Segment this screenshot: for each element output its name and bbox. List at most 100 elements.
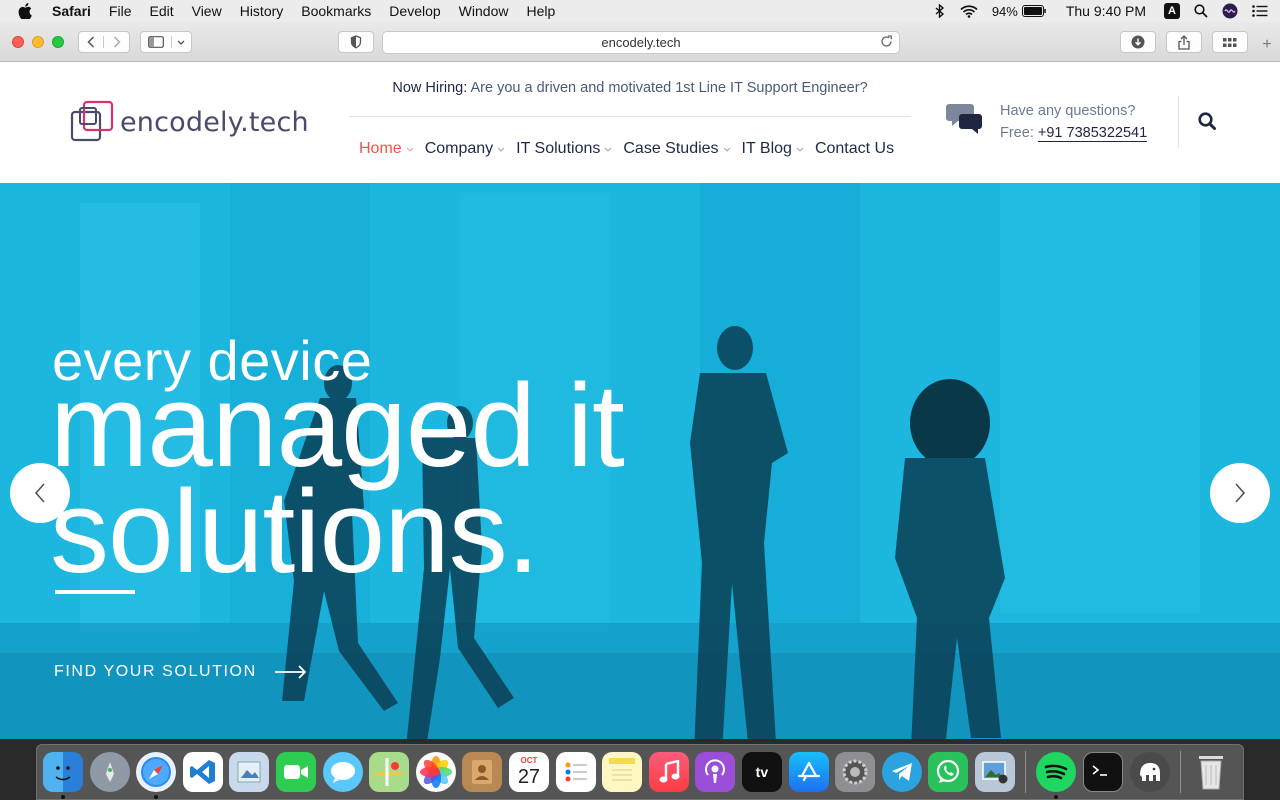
chevron-down-icon [604, 144, 612, 154]
notification-center-icon[interactable] [1252, 5, 1268, 17]
spotlight-search-icon[interactable] [1194, 4, 1208, 18]
tableplus-elephant-icon[interactable] [1129, 752, 1170, 792]
questions-label: Have any questions? [1000, 103, 1136, 119]
menu-history[interactable]: History [240, 3, 284, 19]
menu-file[interactable]: File [109, 3, 132, 19]
site-logo[interactable]: encodely.tech [70, 100, 309, 144]
bluetooth-icon[interactable] [934, 4, 946, 18]
terminal-icon[interactable] [1083, 752, 1124, 792]
chevron-down-icon [406, 144, 414, 154]
menu-develop[interactable]: Develop [389, 3, 440, 19]
calendar-icon[interactable]: OCT 27 [508, 752, 549, 792]
sidebar-group [140, 31, 192, 53]
hiring-banner[interactable]: Now Hiring: Are you a driven and motivat… [349, 80, 911, 96]
chat-bubbles-icon [946, 104, 982, 134]
slider-next-button[interactable] [1210, 463, 1270, 523]
launchpad-icon[interactable] [89, 752, 130, 792]
slider-prev-button[interactable] [10, 463, 70, 523]
reload-icon[interactable] [880, 35, 893, 51]
music-icon[interactable] [648, 752, 689, 792]
phone-link[interactable]: +91 7385322541 [1037, 125, 1148, 142]
siri-icon[interactable] [1222, 3, 1238, 19]
calendar-month: OCT [520, 756, 538, 765]
downloads-button[interactable] [1120, 31, 1156, 53]
site-search-icon[interactable] [1198, 112, 1216, 135]
dock-separator [1025, 751, 1027, 793]
input-source-icon[interactable]: A [1164, 3, 1180, 19]
forward-button[interactable] [104, 36, 129, 48]
finder-icon[interactable] [43, 752, 83, 799]
back-button[interactable] [79, 36, 105, 48]
nav-it-solutions[interactable]: IT Solutions [516, 140, 612, 158]
shield-icon [350, 35, 362, 49]
logo-squares-icon [70, 100, 114, 142]
nav-company[interactable]: Company [425, 140, 505, 158]
wifi-icon[interactable] [960, 4, 978, 18]
clock-text[interactable]: Thu 9:40 PM [1066, 3, 1146, 19]
fullscreen-window-button[interactable] [52, 36, 64, 48]
nav-contact-us[interactable]: Contact Us [815, 140, 894, 158]
header-divider [1178, 96, 1179, 148]
find-solution-button[interactable]: FIND YOUR SOLUTION [54, 663, 307, 681]
close-window-button[interactable] [12, 36, 24, 48]
menu-app-name[interactable]: Safari [52, 3, 91, 19]
menu-bookmarks[interactable]: Bookmarks [301, 3, 371, 19]
menu-window[interactable]: Window [459, 3, 509, 19]
maps-icon[interactable] [369, 752, 410, 792]
system-preferences-icon[interactable] [835, 752, 876, 792]
app-store-icon[interactable] [788, 752, 829, 792]
menu-edit[interactable]: Edit [149, 3, 173, 19]
dock-separator [1180, 751, 1182, 793]
privacy-report-button[interactable] [338, 31, 374, 53]
browser-toolbar: encodely.tech + [0, 22, 1280, 62]
tab-overview-button[interactable] [1212, 31, 1248, 53]
grid-icon [1223, 37, 1237, 47]
menu-bar: Safari File Edit View History Bookmarks … [0, 0, 1280, 22]
nav-it-blog-label: IT Blog [741, 140, 792, 157]
hiring-text[interactable]: Are you a driven and motivated 1st Line … [471, 80, 868, 96]
safari-icon[interactable] [136, 752, 177, 799]
photos-icon[interactable] [415, 752, 456, 792]
nav-case-studies[interactable]: Case Studies [623, 140, 730, 158]
address-bar[interactable]: encodely.tech [382, 31, 900, 54]
nav-it-blog[interactable]: IT Blog [742, 140, 804, 158]
messages-icon[interactable] [322, 752, 363, 792]
image-capture-icon[interactable] [974, 752, 1015, 792]
vscode-icon[interactable] [182, 752, 223, 792]
minimize-window-button[interactable] [32, 36, 44, 48]
whatsapp-icon[interactable] [928, 752, 969, 792]
notes-icon[interactable] [602, 752, 643, 792]
menu-view[interactable]: View [192, 3, 222, 19]
apple-menu-icon[interactable] [18, 3, 36, 19]
apple-tv-icon[interactable]: tv [741, 752, 782, 792]
chevron-right-icon [1235, 483, 1246, 503]
menu-help[interactable]: Help [526, 3, 555, 19]
spotify-icon[interactable] [1036, 752, 1077, 799]
nav-case-studies-label: Case Studies [623, 140, 719, 157]
new-tab-icon[interactable]: + [1254, 36, 1280, 62]
sidebar-toggle-button[interactable] [141, 36, 172, 48]
preview-icon[interactable] [229, 752, 270, 792]
calendar-day: 27 [517, 766, 541, 788]
podcasts-icon[interactable] [695, 752, 736, 792]
chevron-down-icon [723, 144, 731, 154]
back-forward-group [78, 31, 130, 53]
hiring-divider [349, 116, 911, 117]
free-label: Free: [1000, 125, 1034, 141]
hero-title-line-1: managed it [50, 360, 625, 492]
share-button[interactable] [1166, 31, 1202, 53]
facetime-icon[interactable] [275, 752, 316, 792]
reminders-icon[interactable] [555, 752, 596, 792]
arrow-right-icon [274, 665, 307, 679]
battery-percent: 94% [991, 3, 1018, 19]
hiring-label: Now Hiring: [392, 80, 468, 96]
trash-icon[interactable] [1191, 752, 1231, 792]
battery-icon[interactable] [1021, 5, 1046, 17]
cta-label: FIND YOUR SOLUTION [54, 663, 257, 680]
nav-home[interactable]: Home [359, 140, 414, 158]
contacts-icon[interactable] [462, 752, 503, 792]
sidebar-menu-chevron-icon[interactable] [172, 40, 191, 45]
share-icon [1178, 34, 1190, 50]
logo-text: encodely.tech [120, 106, 309, 138]
telegram-icon[interactable] [881, 752, 922, 792]
